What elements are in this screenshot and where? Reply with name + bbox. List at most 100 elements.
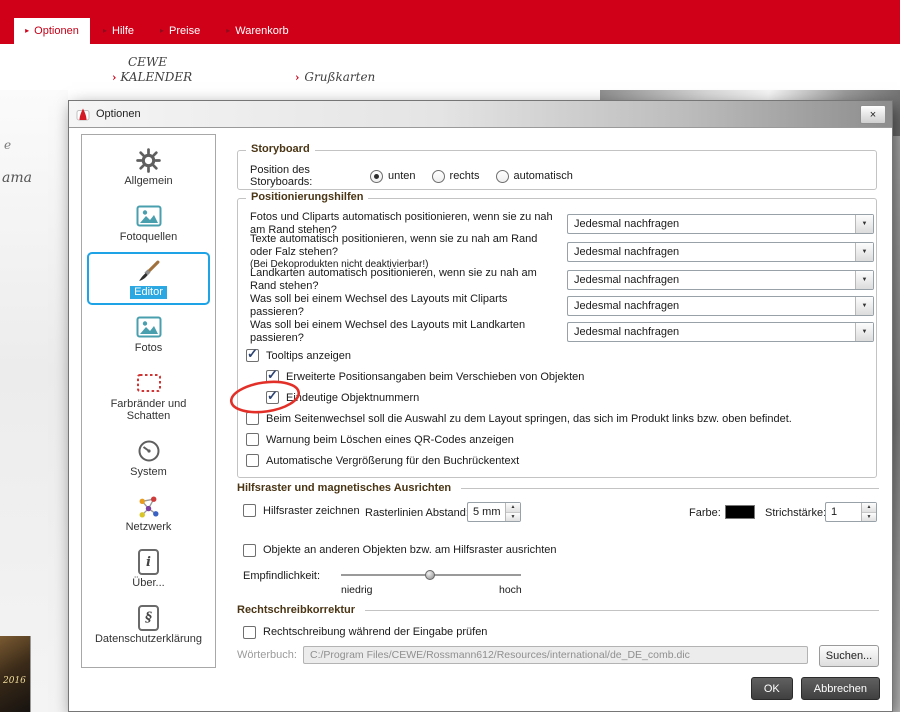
setting-row: Was soll bei einem Wechsel des Layouts m…	[238, 319, 876, 345]
dropdown-arrow-button[interactable]: ▼	[855, 323, 873, 341]
stepper-up-icon[interactable]: ▲	[862, 503, 876, 512]
info-icon: i	[138, 549, 159, 575]
image-icon	[136, 203, 162, 229]
storyboard-position-label: Position des Storyboards:	[250, 164, 370, 188]
checkbox[interactable]: ✓	[246, 433, 259, 446]
menu-item-warenkorb[interactable]: ▸ Warenkorb	[213, 18, 301, 44]
checkbox-label: Hilfsraster zeichnen	[263, 505, 360, 517]
radio-automatisch[interactable]: automatisch	[496, 170, 573, 183]
spacing-label: Rasterlinien Abstand:	[365, 507, 469, 519]
menu-item-label: Hilfe	[112, 25, 134, 37]
sidebar-item-ueber[interactable]: i Über...	[87, 543, 210, 596]
color-swatch[interactable]	[725, 505, 755, 519]
radio-unten[interactable]: unten	[370, 170, 416, 183]
menu-item-preise[interactable]: ▸ Preise	[147, 18, 213, 44]
checkbox[interactable]: ✓	[246, 412, 259, 425]
dropdown-landkarten[interactable]: Jedesmal nachfragen ▼	[567, 270, 874, 290]
cancel-button[interactable]: Abbrechen	[801, 677, 880, 700]
stroke-stepper[interactable]: 1 ▲ ▼	[825, 502, 877, 522]
menu-item-label: Warenkorb	[235, 25, 288, 37]
stepper-up-icon[interactable]: ▲	[506, 503, 520, 512]
gear-icon	[136, 147, 161, 173]
checkbox[interactable]: ✓	[243, 544, 256, 557]
background-text-fragment: e	[4, 138, 11, 152]
sensitivity-slider[interactable]	[341, 568, 521, 582]
checkbox-row-tooltips: ✓ Tooltips anzeigen	[238, 345, 876, 366]
dropdown-value: Jedesmal nachfragen	[568, 300, 855, 312]
options-dialog: Optionen × Allge	[68, 100, 893, 712]
dropdown-arrow-button[interactable]: ▼	[855, 215, 873, 233]
chevron-down-icon: ▼	[862, 277, 868, 283]
sidebar-item-fotos[interactable]: Fotos	[87, 308, 210, 361]
radio-button[interactable]	[370, 170, 383, 183]
dropdown-arrow-button[interactable]: ▼	[855, 243, 873, 261]
slider-max-label: hoch	[499, 584, 522, 596]
checkbox[interactable]: ✓	[246, 454, 259, 467]
sidebar-item-label: Allgemein	[124, 175, 172, 188]
group-title: Storyboard	[246, 143, 315, 155]
ok-button[interactable]: OK	[751, 677, 793, 700]
menu-item-hilfe[interactable]: ▸ Hilfe	[90, 18, 147, 44]
checkbox-row-objektnummern: ✓ Eindeutige Objektnummern	[238, 387, 876, 408]
network-icon	[136, 493, 161, 519]
checkbox[interactable]: ✓	[243, 504, 256, 517]
chevron-down-icon: ▼	[862, 329, 868, 335]
checkbox[interactable]: ✓	[266, 370, 279, 383]
sidebar-item-allgemein[interactable]: Allgemein	[87, 141, 210, 194]
dropdown-fotos-cliparts[interactable]: Jedesmal nachfragen ▼	[567, 214, 874, 234]
checkbox-row-positionsangaben: ✓ Erweiterte Positionsangaben beim Versc…	[238, 366, 876, 387]
sidebar-item-label: Fotos	[135, 342, 163, 355]
group-title: Rechtschreibkorrektur	[237, 604, 879, 616]
checkbox[interactable]: ✓	[243, 626, 256, 639]
sidebar-item-label: Fotoquellen	[120, 231, 178, 244]
radio-label: unten	[388, 170, 416, 182]
sidebar-item-fotoquellen[interactable]: Fotoquellen	[87, 197, 210, 250]
sidebar-item-editor[interactable]: Editor	[87, 252, 210, 305]
dialog-titlebar[interactable]: Optionen ×	[69, 101, 892, 128]
checkbox[interactable]: ✓	[266, 391, 279, 404]
stepper-value: 1	[826, 503, 861, 521]
checkbox-row-rechtschreibung: ✓ Rechtschreibung während der Eingabe pr…	[243, 622, 487, 642]
brush-icon	[136, 258, 161, 284]
radio-rechts[interactable]: rechts	[432, 170, 480, 183]
top-red-bar	[0, 0, 900, 18]
checkbox-row-buchruecken: ✓ Automatische Vergrößerung für den Buch…	[238, 450, 876, 471]
sidebar-item-system[interactable]: System	[87, 432, 210, 485]
browse-button[interactable]: Suchen...	[819, 645, 879, 667]
stepper-value: 5 mm	[468, 503, 505, 521]
checkbox-label: Objekte an anderen Objekten bzw. am Hilf…	[263, 544, 556, 556]
setting-row: Was soll bei einem Wechsel des Layouts m…	[238, 293, 876, 319]
tab-optionen[interactable]: ▸ Optionen	[14, 18, 90, 44]
sidebar-item-farbraender[interactable]: Farbränder und Schatten	[87, 364, 210, 429]
radio-button[interactable]	[496, 170, 509, 183]
sidebar-item-netzwerk[interactable]: Netzwerk	[87, 487, 210, 540]
setting-label: Texte automatisch positionieren, wenn si…	[250, 233, 562, 271]
radio-button[interactable]	[432, 170, 445, 183]
dropdown-arrow-button[interactable]: ▼	[855, 297, 873, 315]
close-button[interactable]: ×	[860, 105, 886, 124]
menu-triangle-icon: ▸	[226, 27, 230, 35]
slider-thumb[interactable]	[425, 570, 435, 580]
sidebar-item-datenschutz[interactable]: § Datenschutzerklärung	[87, 599, 210, 652]
brand-logo: CEWE › KALENDER	[112, 55, 192, 84]
dropdown-layout-landkarten[interactable]: Jedesmal nachfragen ▼	[567, 322, 874, 342]
spacing-stepper[interactable]: 5 mm ▲ ▼	[467, 502, 521, 522]
stepper-down-icon[interactable]: ▼	[862, 512, 876, 522]
dropdown-arrow-button[interactable]: ▼	[855, 271, 873, 289]
brand-line1: CEWE	[128, 55, 192, 69]
sidebar-item-label: Netzwerk	[126, 521, 172, 534]
stepper-down-icon[interactable]: ▼	[506, 512, 520, 522]
dropdown-texte[interactable]: Jedesmal nachfragen ▼	[567, 242, 874, 262]
dropdown-layout-cliparts[interactable]: Jedesmal nachfragen ▼	[567, 296, 874, 316]
dropdown-value: Jedesmal nachfragen	[568, 274, 855, 286]
dropdown-value: Jedesmal nachfragen	[568, 246, 855, 258]
paragraph-icon: §	[138, 605, 159, 631]
settings-sidebar: Allgemein Fotoquellen	[81, 134, 216, 668]
dropdown-value: Jedesmal nachfragen	[568, 218, 855, 230]
checkbox-label: Rechtschreibung während der Eingabe prüf…	[263, 626, 487, 638]
checkbox[interactable]: ✓	[246, 349, 259, 362]
calendar-thumbnail: 2016	[0, 636, 31, 712]
background-text-fragment: ama	[2, 170, 32, 186]
checkbox-row-qr-warnung: ✓ Warnung beim Löschen eines QR-Codes an…	[238, 429, 876, 450]
dropdown-value: Jedesmal nachfragen	[568, 326, 855, 338]
